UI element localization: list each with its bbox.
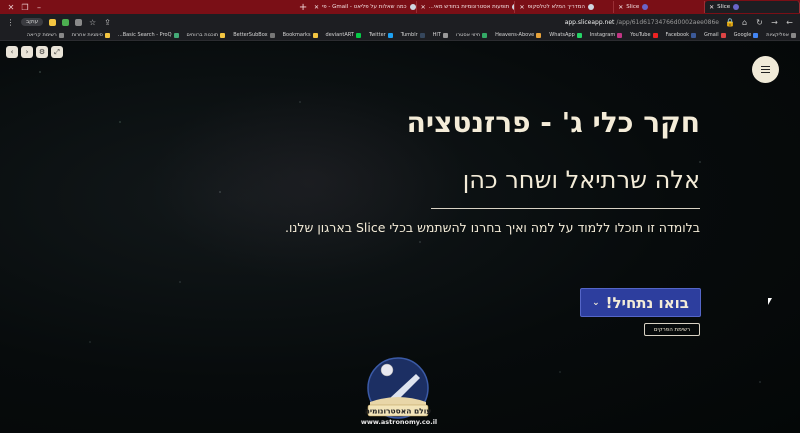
home-icon[interactable]: ⌂: [740, 18, 749, 27]
divider: [431, 208, 700, 209]
lock-icon: 🔒: [725, 17, 735, 27]
new-tab-icon[interactable]: +: [296, 2, 310, 13]
window-controls: ✕ ❐ –: [0, 3, 296, 12]
url-field[interactable]: app.sliceapp.net/app/61d61734766d0002aee…: [565, 19, 719, 26]
bookmark-item[interactable]: YouTube: [630, 32, 658, 38]
minimize-window-icon[interactable]: –: [34, 3, 44, 12]
close-tab-icon[interactable]: ✕: [519, 4, 524, 11]
start-button-label: בואו נתחיל!: [605, 293, 689, 312]
bookmark-item[interactable]: Instagram: [590, 32, 623, 38]
settings-icon[interactable]: ⚙: [36, 46, 48, 58]
extension-icon[interactable]: [62, 18, 70, 26]
close-tab-icon[interactable]: ✕: [314, 4, 319, 11]
tab-1[interactable]: Slice ✕: [614, 1, 706, 13]
tab-strip: ✕ ❐ – + כמה שאלות על פליאט - Gmail - פי ✕…: [0, 0, 800, 14]
extensions-icon[interactable]: ⋮: [6, 18, 15, 27]
profile-button[interactable]: עוקב: [21, 18, 44, 26]
start-button[interactable]: בואו נתחיל! ⌄: [580, 288, 701, 317]
bookmark-item[interactable]: סימניות אחרות: [72, 32, 110, 38]
page-title: חקר כלי ג' - פרזנטציה: [406, 106, 700, 139]
bookmark-item[interactable]: Basic Search - ProQ...: [118, 32, 179, 38]
menu-button[interactable]: [752, 56, 779, 83]
close-tab-icon[interactable]: ✕: [709, 4, 714, 11]
tab-label: Slice: [626, 4, 640, 10]
restore-window-icon[interactable]: ❐: [20, 3, 30, 12]
bookmark-item[interactable]: תוכנות ברווחים: [187, 32, 226, 38]
bookmark-item[interactable]: Facebook: [666, 32, 697, 38]
url-path: /app/61d61734766d0002aee086e: [616, 18, 719, 26]
url-host: app.sliceapp.net: [564, 18, 615, 26]
mouse-cursor: [768, 298, 772, 305]
favicon-icon: [642, 4, 649, 10]
favicon-icon: [733, 4, 740, 10]
bookmark-item[interactable]: WhatsApp: [549, 32, 582, 38]
address-bar: ⋮ עוקב ☆ ⇪ app.sliceapp.net/app/61d61734…: [0, 14, 800, 30]
tab-4[interactable]: כמה שאלות על פליאט - Gmail - פי ✕: [310, 1, 417, 13]
bookmark-item[interactable]: deviantART: [326, 32, 361, 38]
chevron-down-icon: ⌄: [592, 297, 600, 308]
tab-label: Slice: [717, 4, 731, 10]
bookmark-item[interactable]: Google: [734, 32, 759, 38]
logo-url: www.astronomy.co.il: [360, 418, 438, 426]
bookmark-item[interactable]: אפליקציות: [766, 32, 796, 38]
menu-icon: [761, 65, 770, 67]
tab-3[interactable]: תופעות אסטרונומיות בחודש מאי... ✕: [417, 1, 516, 13]
forward-icon[interactable]: →: [770, 18, 779, 27]
tab-label: תופעות אסטרונומיות בחודש מאי...: [428, 4, 510, 10]
bookmark-item[interactable]: HIT: [433, 32, 448, 38]
bookmark-item[interactable]: Gmail: [704, 32, 726, 38]
extension-icon[interactable]: [49, 18, 57, 26]
slide-viewport: ‹ › ⚙ ⤢ חקר כלי ג' - פרזנטציה אלה שרתיאל…: [0, 42, 800, 433]
bookmark-item[interactable]: Heavens-Above: [495, 32, 542, 38]
star-icon[interactable]: ☆: [88, 18, 97, 27]
back-icon[interactable]: ‹: [6, 46, 18, 58]
favicon-icon: [409, 4, 416, 10]
table-of-contents-button[interactable]: רשימת הפרקים: [644, 323, 700, 336]
bookmark-item[interactable]: BetterSubBox: [233, 32, 275, 38]
page-subtitle: אלה שרתיאל ושחר כהן: [462, 166, 700, 194]
description-text: בלומדה זו תוכלו ללמוד על למה ואיך בחרנו …: [285, 220, 700, 235]
bookmark-item[interactable]: רשימת קריאה: [27, 32, 64, 38]
close-window-icon[interactable]: ✕: [6, 3, 16, 12]
share-icon[interactable]: ⇪: [103, 18, 112, 27]
bookmark-item[interactable]: חיזוי אסטרו: [456, 32, 488, 38]
fullscreen-icon[interactable]: ⤢: [51, 46, 63, 58]
bookmarks-bar: אפליקציות Google Gmail Facebook YouTube …: [0, 30, 800, 41]
close-tab-icon[interactable]: ✕: [618, 4, 623, 11]
close-tab-icon[interactable]: ✕: [421, 4, 426, 11]
tab-0[interactable]: Slice ✕: [705, 1, 800, 13]
slide-toolbar: ‹ › ⚙ ⤢: [6, 46, 63, 58]
forward-icon[interactable]: ›: [21, 46, 33, 58]
bookmark-item[interactable]: Twitter: [369, 32, 393, 38]
favicon-icon: [587, 4, 594, 10]
logo-text: עולם האסטרונומיה: [365, 407, 432, 416]
tab-label: כמה שאלות על פליאט - Gmail - פי: [321, 4, 407, 10]
bookmark-item[interactable]: Bookmarks: [283, 32, 318, 38]
extension-icon[interactable]: [75, 18, 83, 26]
tab-2[interactable]: המדריך המלא לטלסקופ ✕: [515, 1, 615, 13]
tab-label: המדריך המלא לטלסקופ: [527, 4, 585, 10]
reload-icon[interactable]: ↻: [755, 18, 764, 27]
back-icon[interactable]: ←: [785, 18, 794, 27]
bookmark-item[interactable]: Tumblr: [401, 32, 425, 38]
